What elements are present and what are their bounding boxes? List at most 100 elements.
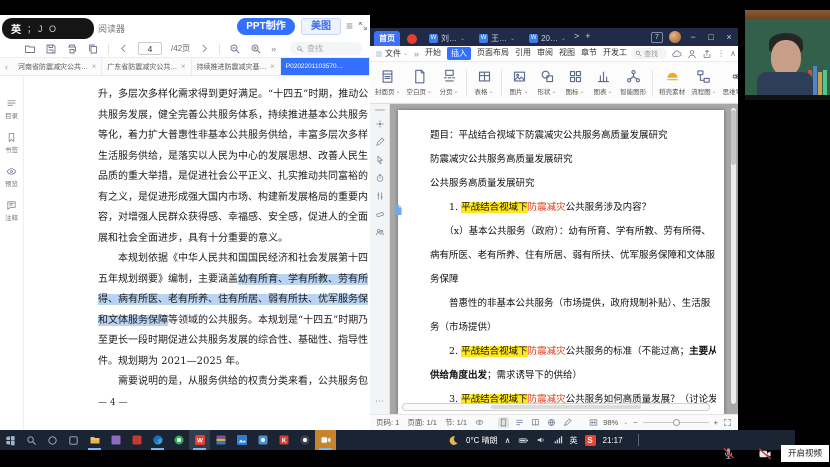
chevron-down-icon[interactable]: ⌄ (510, 35, 515, 42)
book-view-icon[interactable] (530, 417, 541, 428)
maximize-button[interactable]: □ (705, 32, 717, 42)
ppt-promo-button[interactable]: PPT制作 (237, 18, 295, 35)
open-file-button[interactable] (24, 43, 36, 55)
toolstrip-handle[interactable] (375, 109, 385, 111)
close-tab-icon[interactable]: × (181, 62, 186, 71)
speaker-icon[interactable] (536, 435, 546, 445)
mic-muted-icon[interactable] (722, 447, 735, 460)
zoom-level[interactable]: 98% (603, 418, 618, 427)
ime-indicator[interactable]: 英 (570, 435, 578, 446)
taskbar-app-green-icon[interactable] (168, 430, 189, 450)
insert-hint-icon[interactable] (392, 204, 404, 216)
meitu-promo-button[interactable]: 美图 (301, 18, 341, 35)
print-layout-icon[interactable] (498, 417, 509, 428)
page-number-input[interactable] (138, 42, 162, 55)
pdf-search-box[interactable]: 查找 (290, 42, 362, 55)
pen-icon[interactable] (375, 137, 385, 147)
adjust-icon[interactable] (375, 191, 385, 201)
vertical-scrollbar[interactable] (731, 108, 736, 404)
wps-doc-tab-3[interactable]: W20…⌄ (524, 31, 571, 46)
taskbar-search-icon[interactable] (21, 430, 42, 450)
network-icon[interactable] (553, 435, 563, 445)
file-menu[interactable]: 文件 ⌄ (375, 48, 408, 59)
menu-tab-章节[interactable]: 章节 (581, 47, 597, 60)
taskbar-wps-icon[interactable]: W (189, 430, 210, 450)
taskbar-app-purple-icon[interactable] (105, 430, 126, 450)
ribbon-icon-library-button[interactable]: 图标⌄ (564, 69, 586, 96)
account-icon[interactable] (687, 49, 697, 59)
ribbon-page-break-button[interactable]: 分页⌄ (438, 69, 460, 96)
new-tab-icon[interactable]: + (582, 31, 593, 41)
sidebar-item-bookmark[interactable]: 书签 (5, 132, 18, 154)
web-view-icon[interactable] (546, 417, 557, 428)
expand-icon[interactable] (358, 21, 368, 31)
zoom-slider[interactable] (643, 422, 709, 423)
show-desktop-button[interactable] (638, 434, 640, 446)
weather-moon-icon[interactable] (448, 435, 459, 446)
tray-expand-icon[interactable]: ∧ (505, 436, 511, 445)
weather-label[interactable]: 0°C 晴朗 (466, 435, 498, 446)
toolstrip-more-icon[interactable]: ⋯ (375, 397, 384, 406)
hamburger-menu-icon[interactable]: ≡ (346, 19, 353, 33)
audience-icon[interactable] (375, 227, 385, 237)
save-button[interactable] (45, 43, 57, 55)
ribbon-blank-page-button[interactable]: 空白页⌄ (407, 69, 433, 96)
close-tab-icon[interactable]: × (92, 62, 97, 71)
outline-view-icon[interactable] (514, 417, 525, 428)
collapse-ribbon-icon[interactable]: ∧ (730, 50, 736, 58)
wps-home-tab[interactable]: 首页 (374, 31, 400, 46)
wps-doc-tab-1[interactable]: W刘…⌄ (424, 31, 470, 46)
ribbon-shape-button[interactable]: 形状⌄ (536, 69, 558, 96)
fit-width-icon[interactable] (589, 418, 598, 427)
taskbar-file-explorer-icon[interactable] (84, 430, 105, 450)
tabs-scroll-right-icon[interactable]: > (571, 31, 582, 41)
sidebar-item-note[interactable]: 注释 (5, 200, 18, 222)
taskbar-task-view-icon[interactable] (63, 430, 84, 450)
menu-tab-审阅[interactable]: 审阅 (537, 47, 553, 60)
taskbar-app-archive-icon[interactable] (210, 430, 231, 450)
ribbon-cover-page-button[interactable]: 封面页⌄ (375, 69, 401, 96)
laser-pointer-icon[interactable] (375, 119, 385, 129)
sogou-ime-icon[interactable]: S (585, 435, 596, 446)
start-video-button[interactable]: 开启视频 (781, 445, 829, 462)
horizontal-scrollbar[interactable] (402, 403, 710, 411)
window-count-badge[interactable]: 7 (651, 32, 663, 43)
kebab-icon[interactable]: ⋮ (717, 50, 725, 58)
clock[interactable]: 21:17 (603, 436, 623, 445)
pdf-tab-3[interactable]: 持续推进防震减灾基本公共…× (192, 58, 281, 75)
copy-button[interactable] (87, 43, 99, 55)
prev-page-button[interactable] (118, 43, 129, 54)
ribbon-chart-button[interactable]: 图表⌄ (592, 69, 614, 96)
zoom-out-button[interactable]: − (633, 418, 637, 427)
tabs-scroll-left-icon[interactable]: ‹ (0, 62, 13, 72)
menu-overflow-icon[interactable]: » (414, 49, 419, 59)
pdf-document-page[interactable]: 升，多层次多样化需求得到更好满足。“十四五”时期，推动公共服务发展，健全完善公共… (24, 76, 370, 430)
chevron-down-icon[interactable]: ⌄ (460, 35, 465, 42)
pdf-tab-2[interactable]: 广东省防震减灾公共服务…× (102, 58, 191, 75)
scrollbar-thumb[interactable] (491, 405, 641, 409)
zoom-in-button[interactable]: + (714, 418, 718, 427)
wps-doc-tab-2[interactable]: W王…⌄ (474, 31, 520, 46)
menu-tab-页面布局[interactable]: 页面布局 (477, 47, 509, 60)
camera-off-icon[interactable] (758, 447, 772, 461)
wps-document-page[interactable]: 题目：平战结合视域下防震减灾公共服务高质量发展研究防震减灾公共服务高质量发展研究… (398, 110, 724, 414)
cursor-icon[interactable] (375, 155, 385, 165)
share-icon[interactable] (702, 49, 712, 59)
zoom-out-button[interactable] (229, 43, 241, 55)
ribbon-material-button[interactable]: 稻壳素材 (659, 69, 685, 96)
sidebar-item-preview[interactable]: 预览 (5, 166, 18, 188)
pdf-tab-4[interactable]: P0202201103570… (281, 58, 370, 75)
close-button[interactable]: × (723, 32, 735, 42)
ribbon-flowchart-button[interactable]: 流程图⌄ (691, 69, 717, 96)
cloud-sync-icon[interactable] (672, 49, 682, 59)
zoom-in-button[interactable] (250, 43, 262, 55)
minimize-button[interactable]: − (687, 32, 699, 42)
menu-tab-引用[interactable]: 引用 (515, 47, 531, 60)
menu-tab-插入[interactable]: 插入 (447, 47, 471, 60)
scrollbar-thumb[interactable] (731, 110, 736, 165)
taskbar-app-blue-icon[interactable] (252, 430, 273, 450)
close-tab-icon[interactable]: × (270, 62, 275, 71)
taskbar-app-red-icon[interactable] (126, 430, 147, 450)
fullscreen-icon[interactable] (723, 418, 732, 427)
ribbon-mindmap-button[interactable]: 思维导图⌄ (723, 69, 738, 96)
